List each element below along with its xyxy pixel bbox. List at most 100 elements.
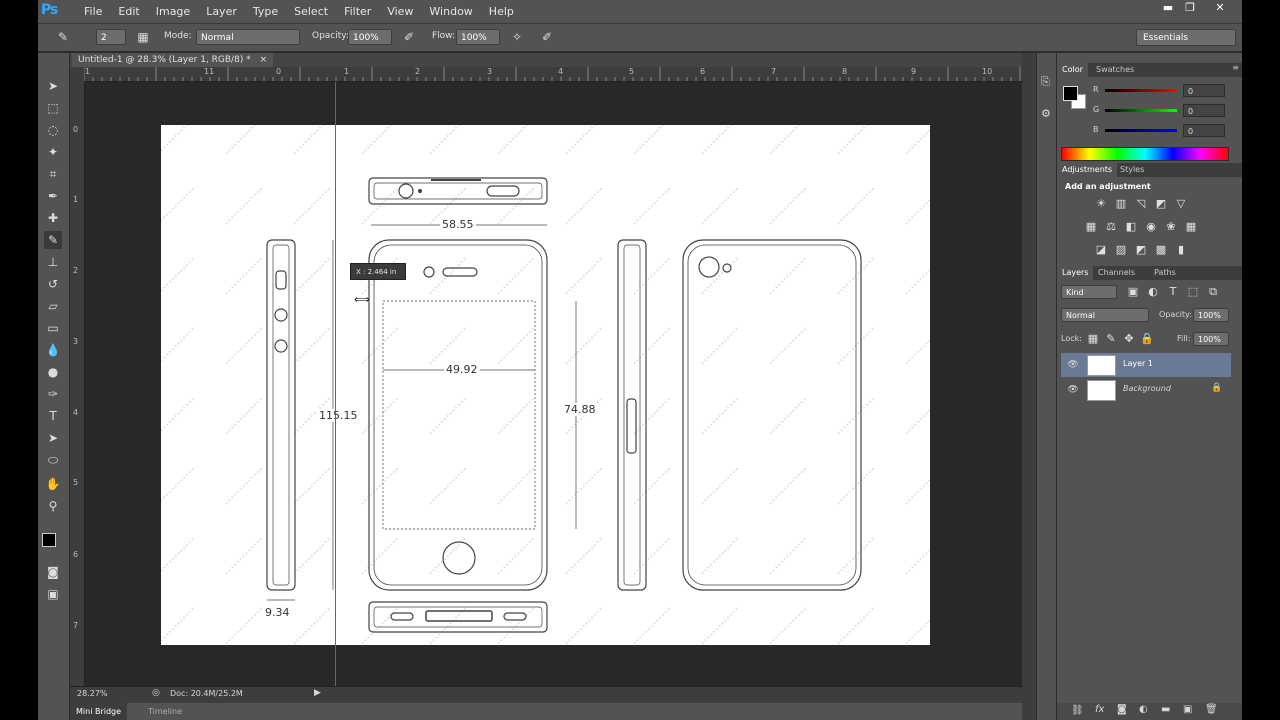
invert-icon[interactable]: ◪ — [1093, 242, 1109, 258]
tab-layers[interactable]: Layers — [1057, 266, 1094, 280]
menu-view[interactable]: View — [379, 0, 421, 23]
panel-menu-icon[interactable]: ≡ — [1232, 63, 1239, 72]
add-mask-icon[interactable]: ◙ — [1117, 704, 1127, 715]
filter-shape-icon[interactable]: ⬚ — [1185, 284, 1201, 300]
filter-adjustment-icon[interactable]: ◐ — [1145, 284, 1161, 300]
menu-edit[interactable]: Edit — [110, 0, 147, 23]
zoom-tool-icon[interactable]: ⚲ — [44, 497, 62, 515]
crop-tool-icon[interactable]: ⌗ — [44, 165, 62, 183]
menu-file[interactable]: File — [76, 0, 110, 23]
selective-color-icon[interactable]: ▩ — [1153, 242, 1169, 258]
ellipse-tool-icon[interactable]: ⬭ — [44, 451, 62, 469]
filter-smart-object-icon[interactable]: ⧉ — [1205, 284, 1221, 300]
pressure-opacity-icon[interactable]: ✐ — [400, 29, 418, 46]
new-group-icon[interactable]: ▬ — [1161, 704, 1170, 715]
ruler-origin[interactable] — [70, 67, 84, 81]
gradient-map-icon[interactable]: ▮ — [1173, 242, 1189, 258]
marquee-tool-icon[interactable]: ⬚ — [44, 99, 62, 117]
trash-icon[interactable]: 🗑 — [1205, 704, 1218, 715]
tab-timeline[interactable]: Timeline — [142, 703, 188, 720]
link-layers-icon[interactable]: ⛓ — [1071, 705, 1084, 716]
exposure-icon[interactable]: ◩ — [1153, 196, 1169, 212]
brush-panel-icon[interactable]: ▦ — [134, 29, 152, 46]
menu-type[interactable]: Type — [245, 0, 286, 23]
tab-channels[interactable]: Channels — [1093, 266, 1140, 280]
document-canvas[interactable]: 58.55 49.92 115.15 74.88 9.34 — [161, 125, 930, 645]
filter-pixel-icon[interactable]: ▣ — [1125, 284, 1141, 300]
green-value[interactable]: 0 — [1183, 104, 1225, 117]
pen-tool-icon[interactable]: ✑ — [44, 385, 62, 403]
menu-help[interactable]: Help — [481, 0, 522, 23]
gradient-tool-icon[interactable]: ▭ — [44, 319, 62, 337]
layer-opacity-field[interactable]: 100% — [1193, 308, 1229, 322]
brush-size-picker[interactable]: 2 — [96, 29, 126, 45]
brush-tool-icon[interactable]: ✎ — [54, 29, 72, 46]
blue-slider[interactable] — [1105, 129, 1177, 132]
status-menu-arrow-icon[interactable]: ▶ — [314, 688, 321, 698]
horizontal-ruler[interactable]: 1 0 1 2 3 4 5 6 7 8 9 10 11 — [83, 67, 1022, 82]
brush-tool-icon[interactable]: ✎ — [44, 231, 62, 249]
blend-mode-select[interactable]: Normal — [1061, 308, 1149, 322]
fx-icon[interactable]: fx — [1095, 704, 1104, 715]
tab-swatches[interactable]: Swatches — [1091, 63, 1139, 77]
threshold-icon[interactable]: ◩ — [1133, 242, 1149, 258]
clone-stamp-tool-icon[interactable]: ⊥ — [44, 253, 62, 271]
menu-select[interactable]: Select — [286, 0, 336, 23]
history-panel-icon[interactable]: ⎘ — [1041, 75, 1050, 89]
foreground-color-swatch[interactable] — [1063, 86, 1078, 101]
menu-image[interactable]: Image — [148, 0, 198, 23]
lock-all-icon[interactable]: 🔒 — [1139, 331, 1155, 347]
hand-tool-icon[interactable]: ✋ — [44, 475, 62, 493]
foreground-color-swatch[interactable] — [42, 533, 56, 547]
properties-panel-icon[interactable]: ⚙ — [1041, 107, 1051, 120]
green-slider[interactable] — [1105, 109, 1177, 112]
visibility-eye-icon[interactable]: 👁 — [1067, 384, 1079, 396]
new-adjustment-layer-icon[interactable]: ◐ — [1139, 704, 1148, 715]
tab-adjustments[interactable]: Adjustments — [1057, 163, 1118, 177]
opacity-field[interactable]: 100% — [348, 29, 392, 45]
pressure-size-icon[interactable]: ✐ — [538, 29, 556, 46]
blur-tool-icon[interactable]: 💧 — [44, 341, 62, 359]
layer-row-background[interactable]: 👁 Background 🔒 — [1061, 378, 1231, 402]
vertical-ruler[interactable]: 0 1 2 3 4 5 6 7 — [70, 81, 85, 686]
color-lookup-icon[interactable]: ▦ — [1183, 219, 1199, 235]
workspace-select[interactable]: Essentials — [1136, 29, 1236, 46]
photo-filter-icon[interactable]: ◉ — [1143, 219, 1159, 235]
brightness-contrast-icon[interactable]: ☀ — [1093, 196, 1109, 212]
layer-name[interactable]: Layer 1 — [1123, 359, 1153, 368]
magic-wand-tool-icon[interactable]: ✦ — [44, 143, 62, 161]
screen-mode-icon[interactable]: ▣ — [44, 585, 62, 603]
lock-position-icon[interactable]: ✥ — [1121, 331, 1137, 347]
tab-styles[interactable]: Styles — [1115, 163, 1149, 177]
zoom-level[interactable]: 28.27% — [77, 689, 108, 698]
layer-name[interactable]: Background — [1123, 384, 1171, 393]
tab-paths[interactable]: Paths — [1149, 266, 1181, 280]
path-selection-tool-icon[interactable]: ➤ — [44, 429, 62, 447]
tab-color[interactable]: Color — [1057, 63, 1088, 77]
black-white-icon[interactable]: ◧ — [1123, 219, 1139, 235]
flow-field[interactable]: 100% — [456, 29, 500, 45]
lock-pixels-icon[interactable]: ✎ — [1103, 331, 1119, 347]
document-tab[interactable]: Untitled-1 @ 28.3% (Layer 1, RGB/8) * × — [72, 53, 274, 67]
color-spectrum[interactable] — [1061, 147, 1229, 161]
airbrush-icon[interactable]: ✧ — [508, 29, 526, 46]
tab-mini-bridge[interactable]: Mini Bridge — [70, 703, 128, 720]
restore-button[interactable]: ❐ — [1178, 0, 1202, 18]
fill-field[interactable]: 100% — [1193, 332, 1229, 346]
eyedropper-tool-icon[interactable]: ✒ — [44, 187, 62, 205]
channel-mixer-icon[interactable]: ❀ — [1163, 219, 1179, 235]
vertical-scrollbar[interactable] — [1022, 53, 1036, 720]
healing-brush-tool-icon[interactable]: ✚ — [44, 209, 62, 227]
menu-window[interactable]: Window — [421, 0, 480, 23]
mode-select[interactable]: Normal — [196, 29, 300, 45]
type-tool-icon[interactable]: T — [44, 407, 62, 425]
red-slider[interactable] — [1105, 89, 1177, 92]
layer-row-layer-1[interactable]: 👁 Layer 1 — [1061, 353, 1231, 377]
status-info-icon[interactable]: ◎ — [152, 688, 160, 698]
curves-icon[interactable]: ◹ — [1133, 196, 1149, 212]
move-tool-icon[interactable]: ➤ — [44, 77, 62, 95]
menu-layer[interactable]: Layer — [198, 0, 245, 23]
filter-type-icon[interactable]: T — [1165, 284, 1181, 300]
color-balance-icon[interactable]: ⚖ — [1103, 219, 1119, 235]
hue-saturation-icon[interactable]: ▦ — [1083, 219, 1099, 235]
